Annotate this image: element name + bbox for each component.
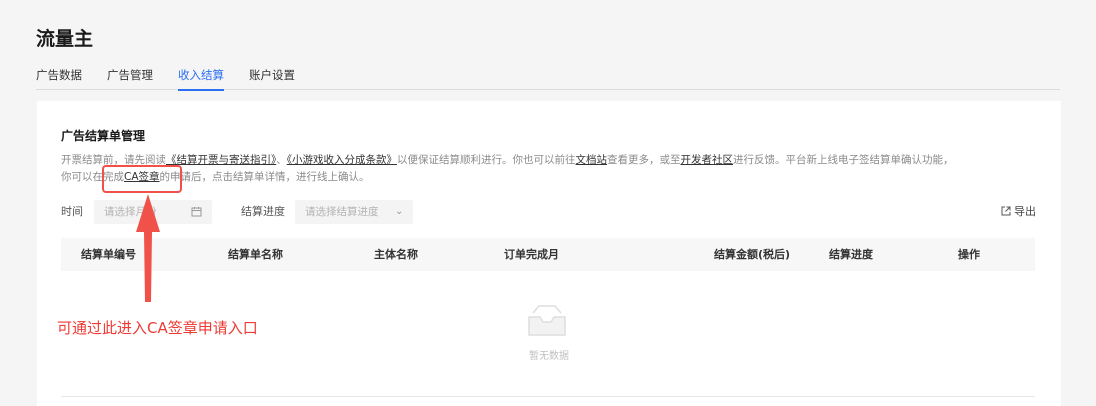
link-revenue-terms[interactable]: 《小游戏收入分成条款》	[287, 154, 397, 166]
link-invoice-guide[interactable]: 《结算开票与寄送指引》	[166, 154, 276, 166]
desc-text: 、	[276, 154, 287, 166]
annotation-text: 可通过此进入CA签章申请入口	[57, 319, 258, 337]
table-bottom-border	[61, 396, 1035, 397]
tab-ad-management[interactable]: 广告管理	[107, 66, 153, 90]
annotation-arrow-icon	[136, 194, 160, 302]
col-entity-name: 主体名称	[374, 248, 418, 261]
col-actions: 操作	[958, 248, 980, 261]
link-docs-site[interactable]: 文档站	[576, 154, 608, 166]
export-icon	[1001, 206, 1011, 216]
chevron-down-icon: ⌄	[395, 206, 404, 217]
tab-revenue-settlement[interactable]: 收入结算	[178, 66, 224, 91]
desc-text: 进行反馈。平台新上线电子签结算单确认功能，	[733, 154, 954, 166]
desc-text: 以便保证结算顺利进行。你也可以前往	[397, 154, 576, 166]
progress-select-placeholder: 请选择结算进度	[305, 206, 379, 218]
col-order-month: 订单完成月	[504, 248, 559, 261]
export-label: 导出	[1014, 205, 1036, 218]
tab-bar: 广告数据 广告管理 收入结算 账户设置	[36, 66, 1060, 91]
desc-text: 查看更多，或至	[607, 154, 681, 166]
progress-label: 结算进度	[241, 205, 285, 218]
export-button[interactable]: 导出	[1001, 200, 1036, 224]
tab-account-settings[interactable]: 账户设置	[249, 66, 295, 90]
tab-ad-data[interactable]: 广告数据	[36, 66, 82, 90]
annotation-highlight-box	[102, 165, 182, 193]
time-label: 时间	[61, 205, 83, 218]
calendar-icon	[191, 200, 202, 224]
section-description: 开票结算前，请先阅读《结算开票与寄送指引》、《小游戏收入分成条款》以便保证结算顺…	[61, 152, 1051, 186]
link-dev-community[interactable]: 开发者社区	[681, 154, 734, 166]
empty-state-text: 暂无数据	[529, 351, 569, 362]
section-title: 广告结算单管理	[61, 129, 146, 143]
col-settlement-name: 结算单名称	[228, 248, 283, 261]
settlement-card: 广告结算单管理 开票结算前，请先阅读《结算开票与寄送指引》、《小游戏收入分成条款…	[37, 101, 1061, 406]
col-amount: 结算金额(税后)	[714, 248, 791, 261]
filter-bar: 时间 请选择月份 结算进度 请选择结算进度 ⌄ 导出	[61, 200, 1036, 224]
desc-text: 的申请后，点击结算单详情，进行线上确认。	[159, 171, 370, 183]
empty-inbox-icon	[528, 305, 566, 336]
col-progress: 结算进度	[829, 248, 873, 261]
table-header: 结算单编号 结算单名称 主体名称 订单完成月 结算金额(税后) 结算进度 操作	[61, 238, 1035, 271]
page-title: 流量主	[36, 28, 94, 50]
